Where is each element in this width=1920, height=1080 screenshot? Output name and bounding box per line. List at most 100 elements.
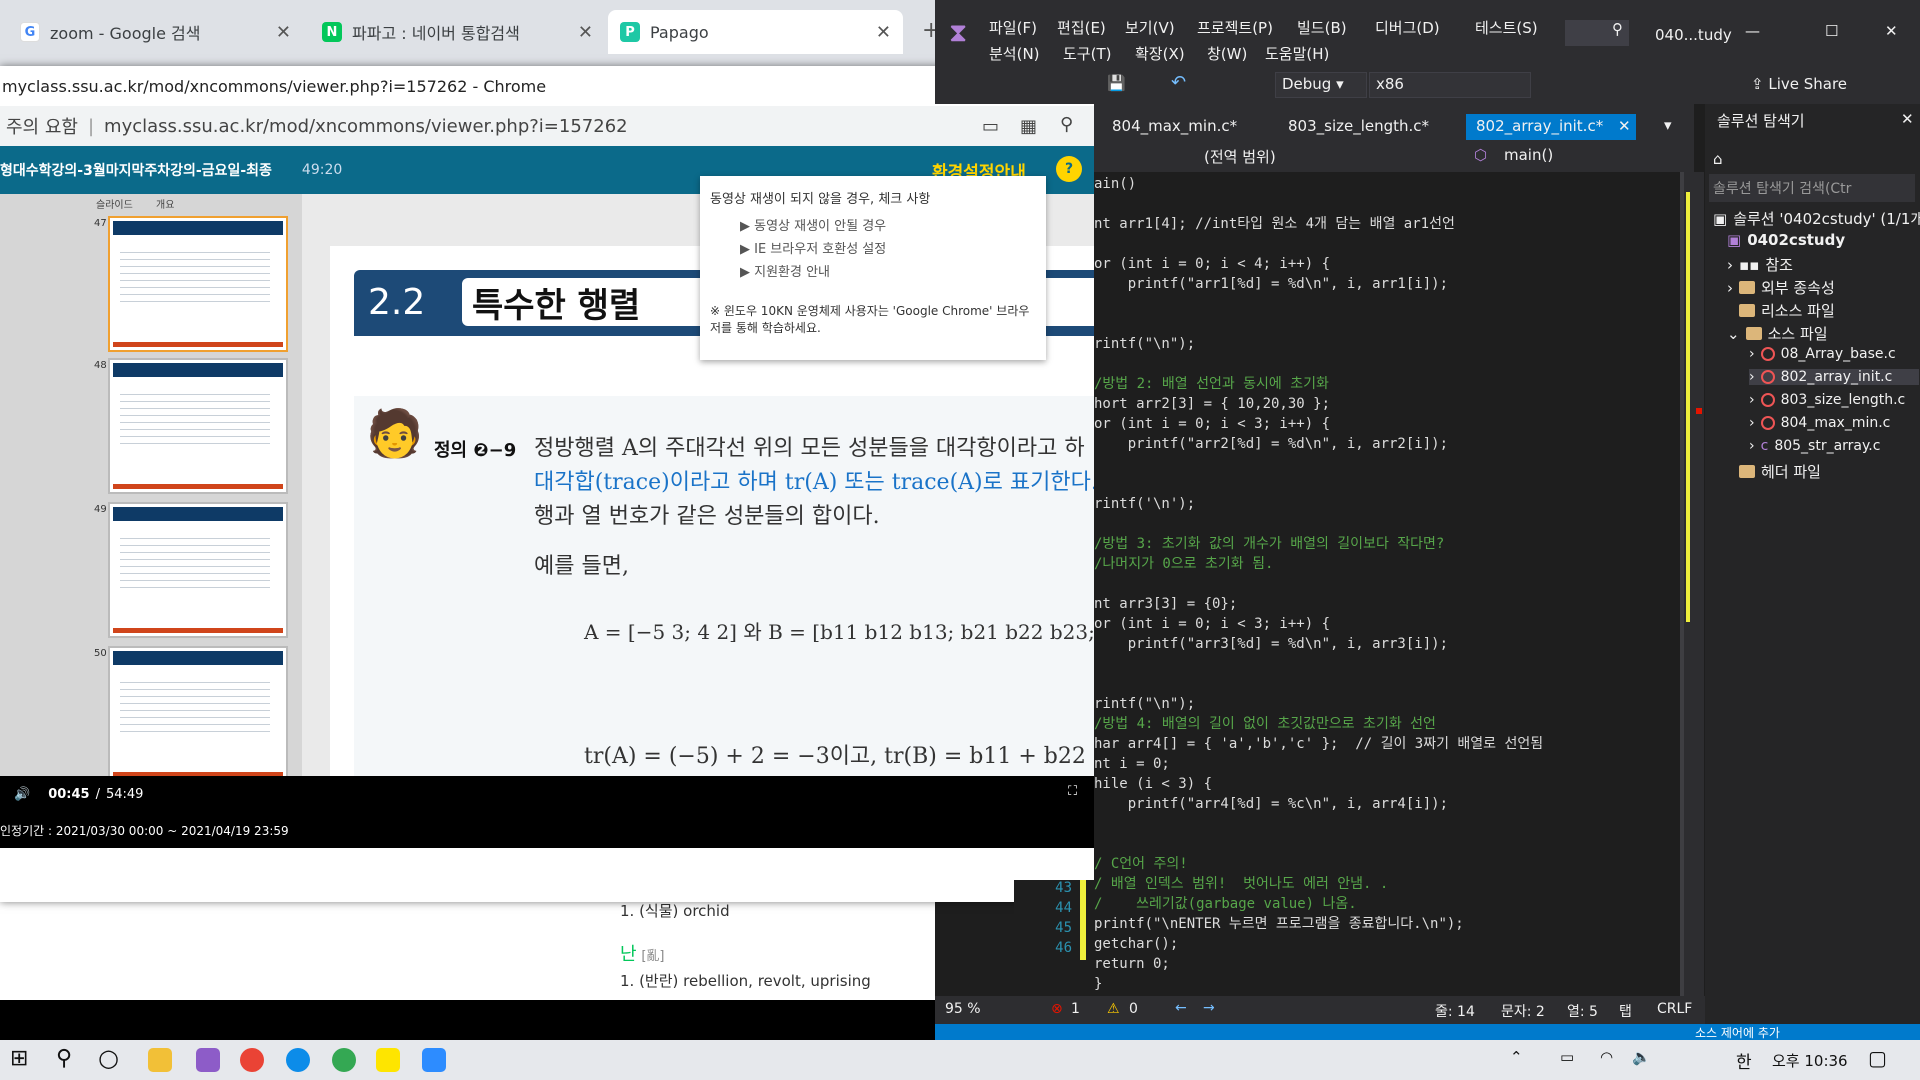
chrome-icon[interactable]: [240, 1048, 264, 1072]
vertical-scrollbar[interactable]: [1684, 172, 1704, 996]
dropdown-icon[interactable]: ▾: [1664, 116, 1672, 134]
search-icon[interactable]: ⚲: [56, 1046, 72, 1071]
notice-item[interactable]: ▶ 동영상 재생이 안될 경우: [740, 215, 1036, 234]
tab-papago[interactable]: P Papago ✕: [608, 10, 903, 54]
notice-item[interactable]: ▶ 지원환경 안내: [740, 261, 1036, 280]
cast-icon[interactable]: ▭: [982, 116, 999, 137]
scope-dropdown[interactable]: (전역 범위): [1204, 146, 1276, 167]
code-line[interactable]: hort arr2[3] = { 10,20,30 };: [1094, 394, 1330, 414]
menu-project[interactable]: 프로젝트(P): [1197, 17, 1273, 38]
code-line[interactable]: / 쓰레기값(garbage value) 나옴.: [1094, 894, 1357, 914]
close-icon[interactable]: ✕: [876, 22, 891, 43]
config-dropdown[interactable]: Debug ▾: [1275, 72, 1367, 98]
code-line[interactable]: }: [1094, 974, 1102, 994]
menu-build[interactable]: 빌드(B): [1297, 17, 1347, 38]
home-icon[interactable]: ⌂: [1713, 150, 1723, 168]
help-icon[interactable]: ?: [1056, 156, 1082, 182]
clock[interactable]: 오후 10:36: [1772, 1050, 1848, 1071]
platform-dropdown[interactable]: x86: [1369, 72, 1531, 98]
file-node[interactable]: › 803_size_length.c: [1749, 392, 1905, 408]
tab-802-active[interactable]: 802_array_init.c*: [1466, 114, 1636, 140]
code-line[interactable]: hile (i < 3) {: [1094, 774, 1212, 794]
zoom-app-icon[interactable]: [422, 1048, 446, 1072]
tab-slides[interactable]: 슬라이드: [96, 196, 133, 211]
task-view-icon[interactable]: ○: [98, 1044, 119, 1072]
fullscreen-icon[interactable]: ⛶: [1068, 784, 1077, 799]
code-line[interactable]: printf("arr1[%d] = %d\n", i, arr1[i]);: [1094, 274, 1448, 294]
back-icon[interactable]: ←: [1175, 1000, 1187, 1016]
external-deps-node[interactable]: › 외부 종속성: [1727, 277, 1835, 298]
chrome-active-icon[interactable]: [332, 1048, 356, 1072]
slide-thumb[interactable]: [108, 502, 288, 638]
tray-chevron-icon[interactable]: ⌃: [1510, 1048, 1523, 1066]
references-node[interactable]: › ▪▪ 참조: [1727, 254, 1793, 275]
file-node[interactable]: › c 805_str_array.c: [1749, 438, 1880, 454]
code-line[interactable]: printf("arr3[%d] = %d\n", i, arr3[i]);: [1094, 634, 1448, 654]
kakaotalk-icon[interactable]: [376, 1048, 400, 1072]
battery-icon[interactable]: ▭: [1560, 1048, 1574, 1066]
close-icon[interactable]: ✕: [1901, 110, 1914, 128]
code-line[interactable]: printf("arr4[%d] = %c\n", i, arr4[i]);: [1094, 794, 1448, 814]
menu-tools[interactable]: 도구(T): [1063, 43, 1111, 64]
notification-icon[interactable]: ▢: [1868, 1046, 1887, 1070]
code-line[interactable]: ain(): [1094, 174, 1136, 194]
notice-item[interactable]: ▶ IE 브라우저 호환성 설정: [740, 238, 1036, 257]
slide-thumb[interactable]: [108, 358, 288, 494]
project-node[interactable]: ▣ 0402cstudy: [1727, 231, 1845, 249]
error-icon[interactable]: ⊗: [1051, 1001, 1063, 1017]
menu-file[interactable]: 파일(F): [989, 17, 1037, 38]
volume-icon[interactable]: 🔈: [1632, 1048, 1651, 1066]
code-line[interactable]: rintf('\n');: [1094, 494, 1195, 514]
menu-window[interactable]: 창(W): [1207, 43, 1247, 64]
close-icon[interactable]: ✕: [1618, 117, 1631, 135]
menu-view[interactable]: 보기(V): [1125, 17, 1175, 38]
file-node[interactable]: › 08_Array_base.c: [1749, 346, 1896, 362]
volume-icon[interactable]: 🔊: [14, 787, 30, 802]
undo-icon[interactable]: ↶: [1171, 72, 1186, 93]
file-node-selected[interactable]: › 802_array_init.c: [1749, 369, 1919, 385]
code-line[interactable]: har arr4[] = { 'a','b','c' }; // 길이 3짜기 …: [1094, 734, 1543, 754]
tab-outline[interactable]: 개요: [156, 196, 174, 211]
close-icon[interactable]: ✕: [1885, 22, 1898, 40]
tab-google-search[interactable]: G zoom - Google 검색 ✕: [8, 10, 303, 54]
code-editor[interactable]: ain() nt arr1[4]; //int타입 원소 4개 담는 배열 ar1…: [1094, 172, 1684, 996]
solution-node[interactable]: ▣ 솔루션 '0402cstudy' (1/1개: [1713, 208, 1920, 229]
close-icon[interactable]: ✕: [276, 22, 291, 43]
menu-help[interactable]: 도움말(H): [1265, 43, 1329, 64]
wifi-icon[interactable]: ◠: [1600, 1048, 1613, 1066]
code-line[interactable]: printf("arr2[%d] = %d\n", i, arr2[i]);: [1094, 434, 1448, 454]
code-line[interactable]: /방법 2: 배열 선언과 동시에 초기화: [1094, 374, 1329, 394]
save-icon[interactable]: 💾: [1107, 74, 1126, 92]
address-bar[interactable]: 주의 요함 | myclass.ssu.ac.kr/mod/xncommons/…: [0, 106, 1094, 146]
tab-803[interactable]: 803_size_length.c*: [1278, 114, 1439, 140]
visual-studio-taskbar-icon[interactable]: [196, 1048, 220, 1072]
code-line[interactable]: / 배열 인덱스 범위! 벗어나도 에러 안냄. .: [1094, 874, 1388, 894]
live-share-button[interactable]: ⇪ Live Share: [1751, 75, 1847, 93]
header-files-node[interactable]: 헤더 파일: [1739, 461, 1821, 482]
tab-804[interactable]: 804_max_min.c*: [1102, 114, 1247, 140]
minimize-icon[interactable]: —: [1745, 22, 1760, 40]
menu-debug[interactable]: 디버그(D): [1375, 17, 1440, 38]
code-line[interactable]: /나머지가 0으로 초기화 됨.: [1094, 554, 1273, 574]
menu-extensions[interactable]: 확장(X): [1135, 43, 1185, 64]
code-line[interactable]: rintf("\n");: [1094, 334, 1195, 354]
code-line[interactable]: return 0;: [1094, 954, 1170, 974]
menu-edit[interactable]: 편집(E): [1057, 17, 1106, 38]
slide-thumb[interactable]: [108, 216, 288, 352]
resource-files-node[interactable]: 리소스 파일: [1739, 300, 1835, 321]
extension-icon[interactable]: ▦: [1020, 116, 1037, 137]
search-icon[interactable]: ⚲: [1565, 20, 1629, 46]
zoom-icon[interactable]: ⚲: [1060, 114, 1073, 135]
zoom-level[interactable]: 95 %: [945, 1001, 981, 1017]
slide-thumb[interactable]: [108, 646, 288, 776]
code-line[interactable]: or (int i = 0; i < 3; i++) {: [1094, 414, 1330, 434]
forward-icon[interactable]: →: [1203, 1000, 1215, 1016]
code-line[interactable]: or (int i = 0; i < 4; i++) {: [1094, 254, 1330, 274]
code-line[interactable]: printf("\nENTER 누르면 프로그램을 종료합니다.\n");: [1094, 914, 1464, 934]
source-control-button[interactable]: 소스 제어에 추가: [1695, 1024, 1780, 1041]
code-line[interactable]: / C언어 주의!: [1094, 854, 1188, 874]
code-line[interactable]: getchar();: [1094, 934, 1178, 954]
code-line[interactable]: /방법 3: 초기화 값의 개수가 배열의 길이보다 작다면?: [1094, 534, 1444, 554]
source-files-node[interactable]: ⌄ 소스 파일: [1727, 323, 1828, 344]
code-line[interactable]: or (int i = 0; i < 3; i++) {: [1094, 614, 1330, 634]
